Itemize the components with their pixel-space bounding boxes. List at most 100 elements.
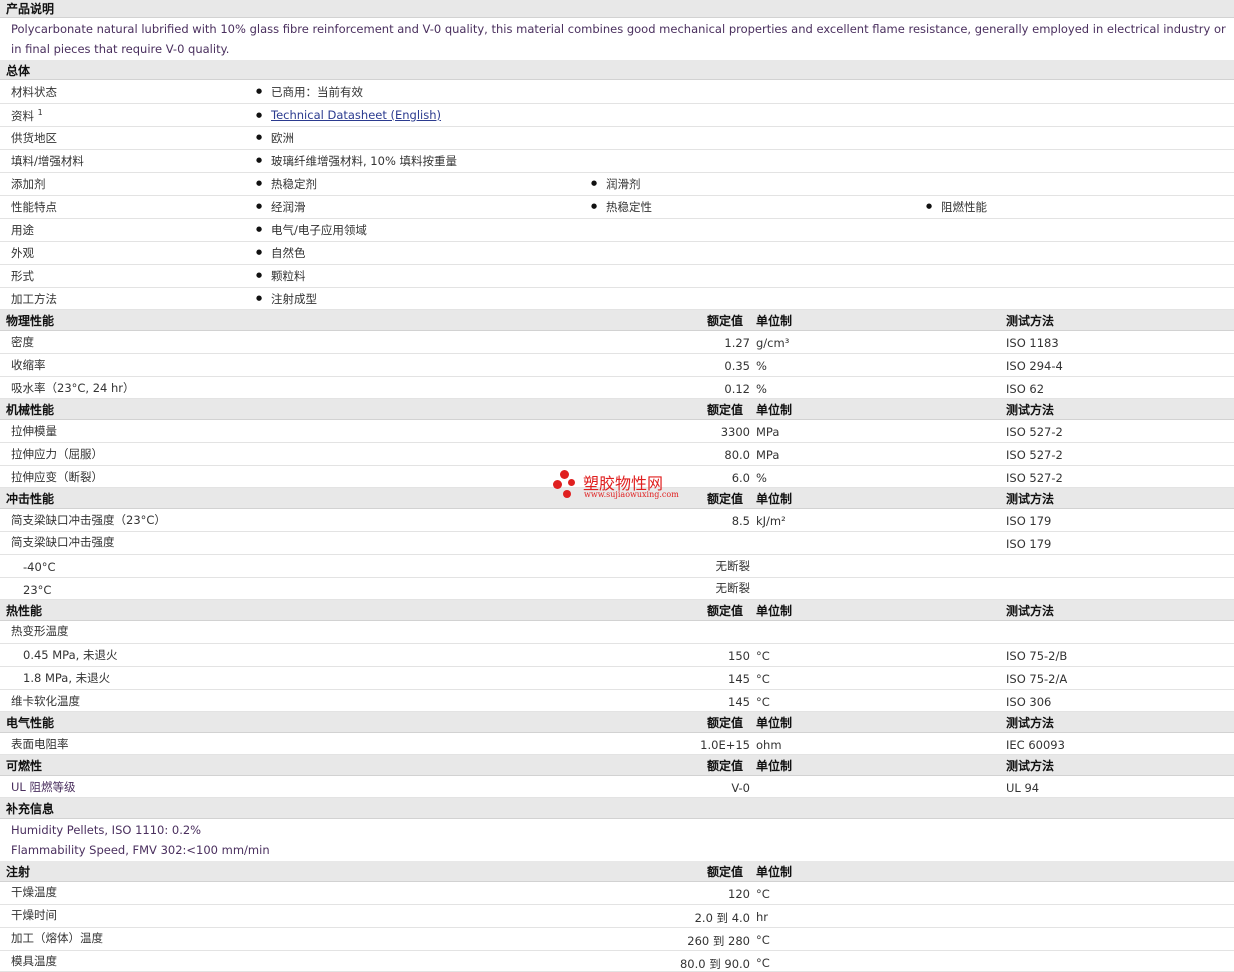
property-row: 密度 1.27 g/cm³ ISO 1183	[0, 331, 1234, 354]
property-method: ISO 527-2	[1006, 425, 1063, 439]
property-unit: °C	[756, 956, 770, 970]
section-general: 总体	[0, 60, 1234, 80]
row-label: 加工方法	[11, 292, 57, 306]
property-unit: °C	[756, 887, 770, 901]
property-value: V-0	[731, 781, 750, 795]
property-row: 模具温度 80.0 到 90.0 °C	[0, 951, 1234, 972]
property-unit: ohm	[756, 738, 782, 752]
row-label: 材料状态	[11, 85, 57, 99]
section-title: 物理性能	[6, 314, 55, 328]
property-row: 干燥时间 2.0 到 4.0 hr	[0, 905, 1234, 928]
property-label: 干燥温度	[11, 885, 57, 899]
property-value: 0.12	[724, 382, 750, 396]
logo-dot-icon	[563, 490, 571, 498]
technical-datasheet-link[interactable]: Technical Datasheet (English)	[271, 108, 441, 122]
section-electrical: 电气性能 额定值 单位制 测试方法	[0, 712, 1234, 733]
general-row: 加工方法 注射成型	[0, 288, 1234, 310]
property-label: 维卡软化温度	[11, 694, 80, 708]
header-method: 测试方法	[1006, 604, 1055, 618]
row-label: 填料/增强材料	[11, 154, 84, 168]
header-method: 测试方法	[1006, 403, 1055, 417]
header-value: 额定值	[707, 604, 744, 618]
property-value: 无断裂	[715, 559, 751, 573]
section-title: 注射	[6, 865, 31, 879]
header-unit: 单位制	[756, 403, 793, 417]
section-title: 热性能	[6, 604, 43, 618]
header-value: 额定值	[707, 865, 744, 879]
header-value: 额定值	[707, 716, 744, 730]
property-row: 拉伸应力（屈服） 80.0 MPa ISO 527-2	[0, 443, 1234, 466]
property-unit: °C	[756, 672, 770, 686]
section-title: 冲击性能	[6, 492, 55, 506]
product-description-text: Polycarbonate natural lubrified with 10%…	[11, 22, 1226, 56]
header-unit: 单位制	[756, 716, 793, 730]
property-label: 简支梁缺口冲击强度	[11, 535, 115, 549]
property-row: 1.8 MPa, 未退火 145 °C ISO 75-2/A	[0, 667, 1234, 690]
general-row: 资料 1 Technical Datasheet (English)	[0, 104, 1234, 127]
property-method: IEC 60093	[1006, 738, 1065, 752]
section-flammability: 可燃性 额定值 单位制 测试方法	[0, 755, 1234, 776]
list-item: 欧洲	[256, 130, 294, 146]
header-unit: 单位制	[756, 759, 793, 773]
general-row: 形式 颗粒料	[0, 265, 1234, 288]
property-label: 密度	[11, 335, 34, 349]
header-method: 测试方法	[1006, 314, 1055, 328]
property-row: 拉伸模量 3300 MPa ISO 527-2	[0, 420, 1234, 443]
supplement-line: Humidity Pellets, ISO 1110: 0.2%	[11, 823, 202, 837]
property-row: 吸水率（23°C, 24 hr） 0.12 % ISO 62	[0, 377, 1234, 399]
section-product-description: 产品说明	[0, 0, 1234, 18]
property-row: 加工（熔体）温度 260 到 280 °C	[0, 928, 1234, 951]
header-value: 额定值	[707, 759, 744, 773]
supplement-line: Flammability Speed, FMV 302:<100 mm/min	[11, 843, 270, 857]
property-method: ISO 75-2/B	[1006, 649, 1068, 663]
section-title: 机械性能	[6, 403, 55, 417]
property-method: ISO 527-2	[1006, 471, 1063, 485]
header-method: 测试方法	[1006, 492, 1055, 506]
section-title: 可燃性	[6, 759, 43, 773]
section-physical: 物理性能 额定值 单位制 测试方法	[0, 310, 1234, 331]
property-unit: °C	[756, 649, 770, 663]
section-title: 电气性能	[6, 716, 55, 730]
property-method: ISO 306	[1006, 695, 1052, 709]
header-unit: 单位制	[756, 492, 793, 506]
row-label: 资料 1	[11, 108, 43, 123]
section-title: 补充信息	[6, 802, 55, 816]
property-value: 0.35	[724, 359, 750, 373]
property-label: 吸水率（23°C, 24 hr）	[11, 381, 135, 395]
logo-dot-icon	[568, 479, 575, 486]
header-value: 额定值	[707, 314, 744, 328]
property-method: ISO 179	[1006, 537, 1052, 551]
section-mechanical: 机械性能 额定值 单位制 测试方法	[0, 399, 1234, 420]
list-item: 电气/电子应用领域	[256, 222, 367, 238]
general-row: 材料状态 已商用：当前有效	[0, 81, 1234, 104]
property-row: 简支梁缺口冲击强度 ISO 179	[0, 532, 1234, 555]
property-label: UL 阻燃等级	[11, 780, 76, 794]
list-item: Technical Datasheet (English)	[256, 108, 441, 122]
property-value: 80.0	[724, 448, 750, 462]
general-row: 添加剂 热稳定剂 润滑剂	[0, 173, 1234, 196]
row-label: 外观	[11, 246, 34, 260]
property-method: ISO 62	[1006, 382, 1045, 396]
property-unit: %	[756, 471, 767, 485]
property-row: 维卡软化温度 145 °C ISO 306	[0, 690, 1234, 712]
general-row: 填料/增强材料 玻璃纤维增强材料, 10% 填料按重量	[0, 150, 1234, 173]
property-label: 热变形温度	[11, 624, 69, 638]
property-row: 简支梁缺口冲击强度（23°C） 8.5 kJ/m² ISO 179	[0, 509, 1234, 532]
header-method: 测试方法	[1006, 759, 1055, 773]
general-row: 外观 自然色	[0, 242, 1234, 265]
property-label: 干燥时间	[11, 908, 57, 922]
property-value: 120	[728, 887, 750, 901]
section-injection: 注射 额定值 单位制	[0, 861, 1234, 882]
row-label: 形式	[11, 269, 34, 283]
property-value: 8.5	[731, 514, 750, 528]
property-value: 无断裂	[715, 581, 751, 595]
list-item: 颗粒料	[256, 268, 305, 284]
watermark-url: www.sujiaowuxing.com	[584, 490, 679, 499]
logo-dot-icon	[560, 470, 569, 479]
list-item: 润滑剂	[591, 176, 640, 192]
property-row: -40°C 无断裂	[0, 555, 1234, 578]
logo-dot-icon	[553, 480, 562, 489]
list-item: 经润滑	[256, 199, 305, 215]
property-unit: %	[756, 382, 767, 396]
header-value: 额定值	[707, 403, 744, 417]
